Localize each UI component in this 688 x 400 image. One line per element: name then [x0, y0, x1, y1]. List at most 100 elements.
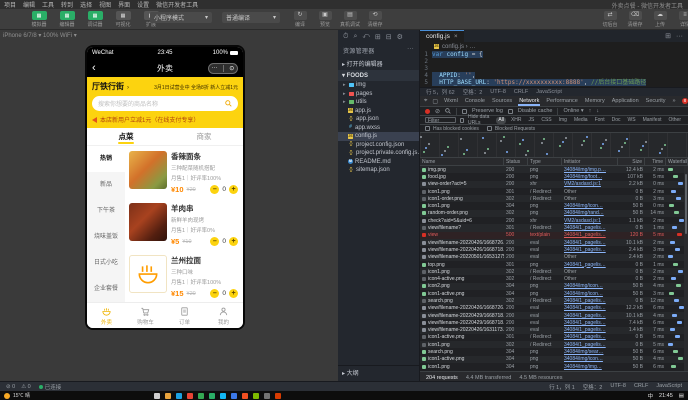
category-下午茶[interactable]: 下午茶 [87, 198, 125, 224]
dish-row[interactable]: 香辣面条 三种配菜随机搭配 月售1｜好评率100% ¥10 ¥20 –0 + [129, 149, 240, 201]
minus-icon[interactable]: – [210, 185, 220, 194]
network-row[interactable]: icon1.png 304 png 34084/img/icon… 50 B 0 ms [420, 202, 688, 209]
filter-pill-CSS[interactable]: CSS [539, 117, 553, 124]
outline-section[interactable]: ▸ 大纲 [338, 365, 419, 379]
filter-input[interactable]: Filter [425, 117, 456, 124]
status-item[interactable]: JavaScript [656, 383, 682, 391]
network-row[interactable]: icon2.png 304 png 34084/img/icon… 50 B 4 ms [420, 282, 688, 291]
more-tabs-icon[interactable]: » [672, 96, 677, 106]
split-editor-icon[interactable]: ⊞ [665, 32, 671, 40]
devtools-tab-Memory[interactable]: Memory [584, 96, 606, 106]
column-header-Type[interactable]: Type [528, 158, 562, 165]
network-overview-timeline[interactable] [420, 133, 688, 158]
checkbox-icon[interactable] [486, 126, 492, 131]
taskbar-app-icon[interactable] [253, 392, 259, 399]
tabbar-订单[interactable]: 订单 [165, 303, 204, 328]
weather-widget[interactable]: 15℃ 晴 [4, 392, 124, 399]
checkbox-Has blocked cookies[interactable]: Has blocked cookies [425, 126, 479, 132]
network-row[interactable]: icon4-active.png 302 / Redirect Other 0 B 2 m… [420, 275, 688, 282]
devtools-tab-Network[interactable]: Network [518, 96, 540, 106]
open-editors-section[interactable]: ▸ 打开的编辑器 [338, 57, 419, 70]
preserve-log-checkbox[interactable] [462, 108, 468, 114]
hide-data-urls-checkbox[interactable] [459, 117, 464, 123]
network-row[interactable]: search.png 302 / Redirect 34084/1_pagelis… 0… [420, 297, 688, 305]
category-日式小吃[interactable]: 日式小吃 [87, 250, 125, 276]
filter-pill-Doc[interactable]: Doc [610, 117, 623, 124]
file-item[interactable]: JS app.js [338, 107, 419, 116]
filter-pill-Manifest[interactable]: Manifest [641, 117, 664, 124]
more-icon[interactable]: ··· [212, 65, 218, 71]
network-row[interactable]: icon1-active.png 304 png 34084/img/icon… 50 … [420, 355, 688, 364]
file-item[interactable]: M README.md [338, 158, 419, 167]
toolbar-action-切后台[interactable]: ⇄ 切后台 [600, 11, 620, 28]
tabbar-购物车[interactable]: 购物车 [126, 303, 165, 328]
devtools-tab-Sources[interactable]: Sources [491, 96, 513, 106]
refresh-icon[interactable]: ⤺ [362, 33, 369, 41]
editor-tab-configjs[interactable]: config.js × [420, 30, 464, 42]
toolbar-toggle-调试器[interactable]: ▦ 调试器 [84, 11, 106, 28]
column-header-Name[interactable]: Name [420, 158, 504, 165]
file-item[interactable]: # app.wxss [338, 124, 419, 133]
network-row[interactable]: view/filename-20220426/1631173… 200 eval 34… [420, 326, 688, 334]
store-name[interactable]: 厅铁行街 [92, 81, 124, 92]
devtools-tab-Wxml[interactable]: Wxml [443, 96, 459, 106]
file-item[interactable]: {} project.config.json [338, 141, 419, 150]
network-row[interactable]: icon1.png 302 / Redirect 34084/1_pagelis… 0 … [420, 341, 688, 349]
filter-pill-Font[interactable]: Font [593, 117, 607, 124]
taskbar-app-icon[interactable] [220, 392, 226, 399]
network-row[interactable]: view/filename? 301 / Redirect 34084/1_pagel… [420, 224, 688, 232]
network-row[interactable]: view 500 text/plain 34084/1_pagelis… 120 B 5 … [420, 231, 688, 239]
device-selector[interactable]: iPhone 6/7/8 ▾ 100% WiFi ▾ [3, 32, 77, 39]
minus-icon[interactable]: – [210, 289, 220, 298]
category-烧味盖饭[interactable]: 烧味盖饭 [87, 224, 125, 250]
more-icon[interactable]: ··· [407, 46, 414, 55]
menu-item[interactable]: 设置 [137, 0, 149, 9]
file-item[interactable]: JS config.js [338, 132, 419, 141]
checkbox-Blocked Requests[interactable]: Blocked Requests [486, 126, 535, 132]
checkbox-icon[interactable] [425, 126, 430, 131]
dish-row[interactable]: 羊肉串 新鲜羊肉现烤 月售1｜好评率0% ¥5 ¥10 –0 + [129, 201, 240, 253]
status-item[interactable]: 空格：2 [583, 383, 603, 391]
problems-counter[interactable]: ⚠ 0 [21, 384, 31, 390]
toolbar-action-编译[interactable]: ↻ 编译 [290, 11, 310, 28]
code-editor[interactable]: 1 var config = {2 3 4 APPID: '', 5 HTTP_BASE… [420, 51, 688, 87]
network-row[interactable]: view/filename-20220426/1668718… 200 eval 34… [420, 246, 688, 253]
taskbar-app-icon[interactable] [264, 392, 270, 399]
toolbar-toggle-编辑器[interactable]: ▦ 编辑器 [56, 11, 78, 28]
plus-icon[interactable]: + [229, 237, 238, 246]
file-item[interactable]: ▸ img [338, 81, 419, 90]
taskbar-app-icon[interactable] [198, 392, 204, 399]
file-item[interactable]: {} app.json [338, 115, 419, 124]
taskbar-app-icon[interactable] [242, 392, 248, 399]
menu-item[interactable]: 项目 [4, 0, 16, 9]
network-row[interactable]: icon1-active.png 301 / Redirect 34084/1_pag… [420, 334, 688, 341]
network-row[interactable]: view/filename-20220429/1668718… 200 eval 34… [420, 319, 688, 326]
file-item[interactable]: ▸ pages [338, 90, 419, 99]
inspect-icon[interactable]: ⌖ [424, 98, 427, 105]
taskbar-app-icon[interactable] [275, 392, 281, 399]
tab-点菜[interactable]: 点菜 [87, 128, 165, 145]
menu-item[interactable]: 微信开发者工具 [156, 0, 198, 9]
network-row[interactable]: view/filename-20220501/16531275… 200 eval O… [420, 253, 688, 261]
devtools-tab-Application[interactable]: Application [611, 96, 640, 106]
filter-pill-XHR[interactable]: XHR [509, 117, 524, 124]
file-item[interactable]: ▸ utils [338, 98, 419, 107]
toolbar-action-清缓存[interactable]: ⟲ 清缓存 [365, 11, 385, 28]
tab-商家[interactable]: 商家 [165, 128, 243, 145]
filter-pill-All[interactable]: All [496, 116, 506, 124]
history-icon[interactable]: ⏱ [343, 33, 348, 41]
plus-icon[interactable]: + [229, 185, 238, 194]
new-file-icon[interactable]: ⊞ [375, 33, 381, 41]
device-toolbar-icon[interactable]: ▢ [432, 98, 438, 105]
compile-select[interactable]: 普通编译 ▾ [222, 12, 280, 23]
input-method-indicator[interactable]: 中 [648, 392, 654, 400]
devtools-tab-Performance[interactable]: Performance [545, 96, 579, 106]
problems-counter[interactable]: ⊘ 0 [6, 384, 15, 390]
search-icon[interactable] [445, 108, 451, 114]
taskbar-app-icon[interactable] [165, 392, 171, 399]
taskbar-app-icon[interactable] [187, 392, 193, 399]
taskbar-app-icon[interactable] [154, 392, 160, 399]
column-header-Initiator[interactable]: Initiator [562, 158, 618, 165]
menu-item[interactable]: 工具 [42, 0, 54, 9]
status-item[interactable]: CRLF [634, 383, 648, 391]
